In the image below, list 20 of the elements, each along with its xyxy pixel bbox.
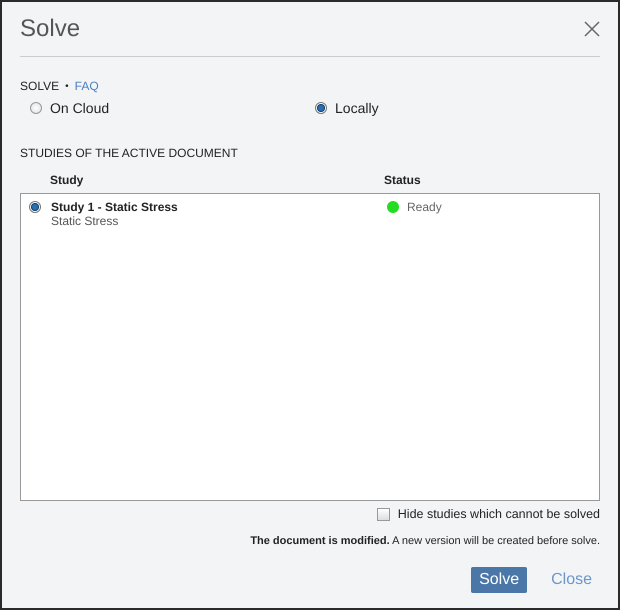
section-label: STUDIES OF THE ACTIVE DOCUMENT [20,146,239,160]
section-label: SOLVE [20,79,60,93]
radio-option[interactable]: Locally [315,100,600,116]
radio-option[interactable]: On Cloud [30,100,315,116]
faq-link[interactable]: FAQ [74,79,99,93]
close-icon[interactable] [584,21,600,37]
radio-icon[interactable] [30,102,42,114]
column-header: Study [50,173,84,187]
radio-icon[interactable] [29,201,41,213]
study-type: Static Stress [51,214,120,228]
status-text: Ready [407,200,442,214]
study-name: Study 1 - Static Stress [51,200,179,214]
notice-text: The document is modified. A new version will be created before solve. [249,535,600,547]
bullet-separator: • [65,80,69,92]
window-title: Solve [20,15,80,43]
radio-icon[interactable] [315,102,327,114]
column-header: Status [384,173,421,187]
checkbox-option[interactable]: Hide studies which cannot be solved [376,507,600,521]
checkbox[interactable] [376,508,390,520]
solve-button[interactable]: Solve [471,567,528,593]
